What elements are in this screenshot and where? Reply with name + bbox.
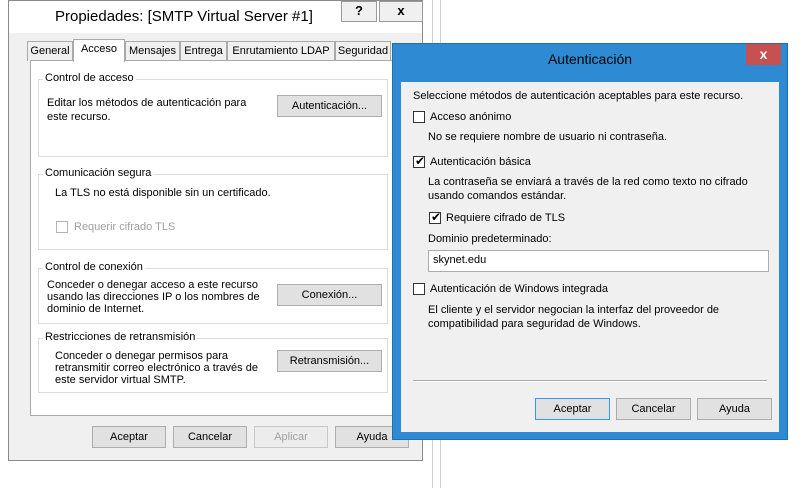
tab-general[interactable]: General <box>27 41 73 61</box>
checkmark-icon: ✔ <box>415 154 426 168</box>
default-domain-input[interactable]: skynet.edu <box>428 250 769 272</box>
properties-window: Propiedades: [SMTP Virtual Server #1] ? … <box>8 0 423 461</box>
relay-restrictions-group: Restricciones de retransmisión Conceder … <box>38 331 388 393</box>
apply-button: Aplicar <box>254 426 328 448</box>
close-icon: x <box>759 46 768 62</box>
require-tls-checkbox[interactable]: ✔ <box>429 210 442 224</box>
help-caption-button[interactable]: ? <box>341 1 377 22</box>
default-domain-label: Dominio predeterminado: <box>428 233 552 245</box>
relay-restrictions-description: Conceder o denegar permisos para retrans… <box>55 350 258 386</box>
dialog-help-button[interactable]: Ayuda <box>697 398 772 420</box>
help-icon: ? <box>355 3 363 18</box>
checkmark-icon: ✔ <box>431 210 442 224</box>
require-tls-label-disabled: Requerir cifrado TLS <box>74 221 176 233</box>
cancel-button[interactable]: Cancelar <box>173 426 247 448</box>
tab-mensajes[interactable]: Mensajes <box>125 41 180 61</box>
windows-auth-label[interactable]: Autenticación de Windows integrada <box>430 282 608 296</box>
access-control-group: Control de acceso Editar los métodos de … <box>38 72 388 157</box>
authentication-dialog: Autenticación x Seleccione métodos de au… <box>392 43 788 440</box>
windows-auth-description: El cliente y el servidor negocian la int… <box>428 304 720 330</box>
secure-communication-description: La TLS no está disponible sin un certifi… <box>55 187 271 199</box>
windows-auth-checkbox[interactable] <box>413 283 425 295</box>
properties-titlebar: Propiedades: [SMTP Virtual Server #1] ? … <box>9 1 423 33</box>
auth-intro-text: Seleccione métodos de autenticación acep… <box>413 90 744 102</box>
basic-auth-checkbox[interactable]: ✔ <box>413 154 426 168</box>
ok-button[interactable]: Aceptar <box>92 426 166 448</box>
connection-control-legend: Control de conexión <box>43 261 145 273</box>
dialog-close-button[interactable]: x <box>746 44 781 65</box>
anonymous-access-description: No se requiere nombre de usuario ni cont… <box>428 131 668 143</box>
close-icon: x <box>397 3 405 18</box>
authentication-button[interactable]: Autenticación... <box>277 95 382 117</box>
relay-restrictions-legend: Restricciones de retransmisión <box>43 331 198 343</box>
tab-entrega[interactable]: Entrega <box>180 41 227 61</box>
dialog-cancel-button[interactable]: Cancelar <box>616 398 691 420</box>
connection-control-description: Conceder o denegar acceso a este recurso… <box>47 279 260 315</box>
authentication-dialog-body: Seleccione métodos de autenticación acep… <box>401 82 779 432</box>
properties-title: Propiedades: [SMTP Virtual Server #1] <box>55 8 313 25</box>
access-tab-panel: Control de acceso Editar los métodos de … <box>30 60 417 416</box>
relay-button[interactable]: Retransmisión... <box>277 350 382 372</box>
dialog-divider <box>413 380 767 382</box>
secure-communication-legend: Comunicación segura <box>43 167 154 179</box>
connection-control-group: Control de conexión Conceder o denegar a… <box>38 261 388 324</box>
access-control-description: Editar los métodos de autenticación para… <box>47 97 247 123</box>
basic-auth-label[interactable]: Autenticación básica <box>430 155 531 169</box>
anonymous-access-label[interactable]: Acceso anónimo <box>430 110 511 124</box>
tab-enrutamiento-ldap[interactable]: Enrutamiento LDAP <box>227 41 335 61</box>
secure-communication-group: Comunicación segura La TLS no está dispo… <box>38 167 388 250</box>
connection-button[interactable]: Conexión... <box>277 284 382 306</box>
basic-auth-description: La contraseña se enviará a través de la … <box>428 176 748 202</box>
require-tls-checkbox-disabled <box>56 221 68 233</box>
tab-seguridad[interactable]: Seguridad <box>335 41 391 61</box>
authentication-dialog-title: Autenticación <box>547 51 633 67</box>
close-caption-button[interactable]: x <box>379 1 423 22</box>
require-tls-label[interactable]: Requiere cifrado de TLS <box>446 211 565 225</box>
dialog-ok-button[interactable]: Aceptar <box>535 398 610 420</box>
tab-acceso[interactable]: Acceso <box>73 39 125 62</box>
access-control-legend: Control de acceso <box>43 72 136 84</box>
anonymous-access-checkbox[interactable] <box>413 111 425 123</box>
